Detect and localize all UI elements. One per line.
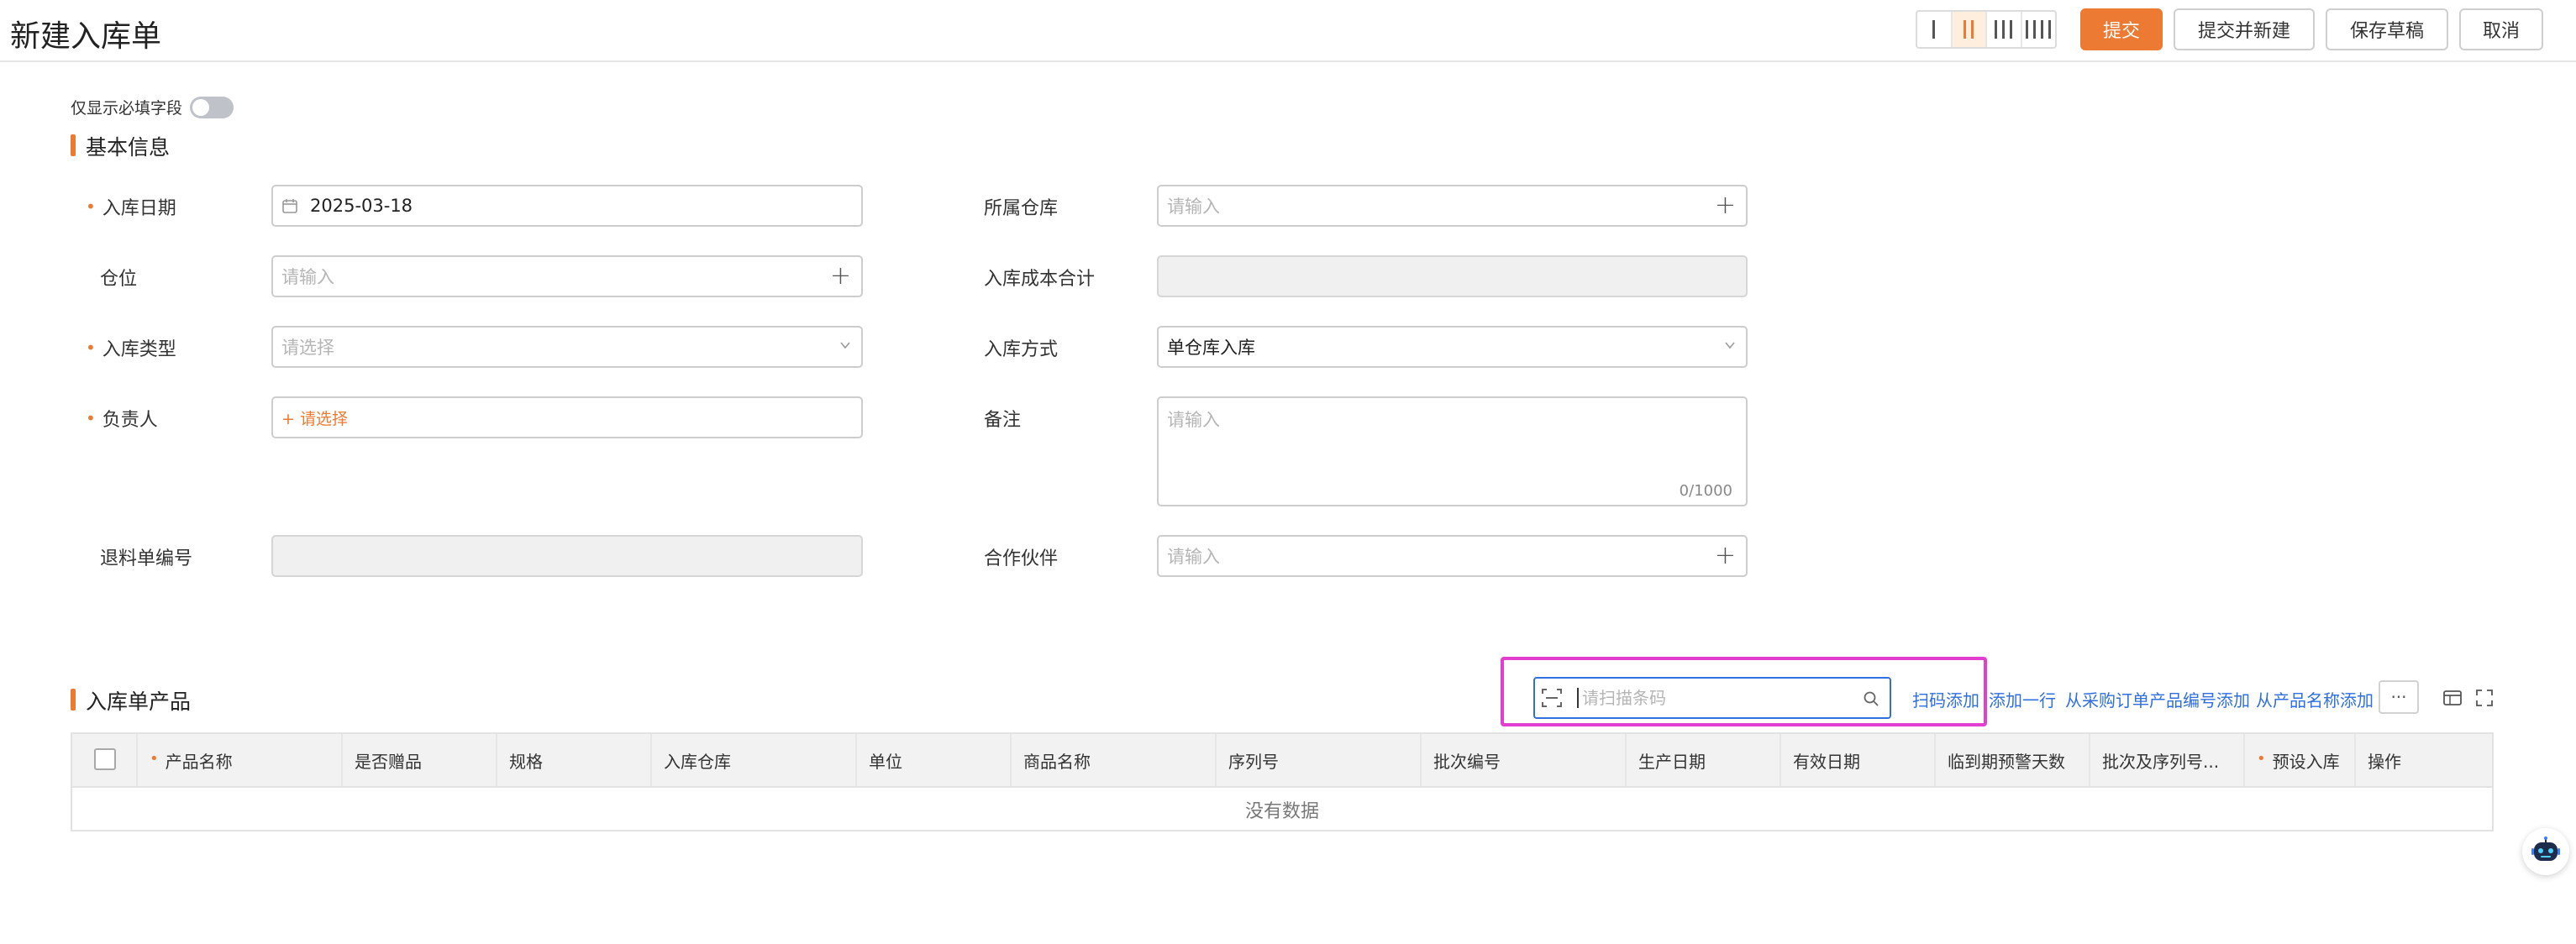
- inbound-date-field[interactable]: 2025-03-18: [271, 185, 863, 227]
- inbound-date-label-text: 入库日期: [102, 198, 176, 219]
- column-header[interactable]: 序列号: [1217, 734, 1422, 786]
- required-only-toggle[interactable]: [190, 97, 234, 118]
- header-bar: 新建入库单 提交 提交并新建 保存草稿 取消: [0, 0, 2576, 62]
- column-settings-icon[interactable]: [2442, 687, 2463, 709]
- warehouse-placeholder: 请输入: [1167, 197, 1220, 217]
- select-all-cell: [72, 734, 138, 786]
- robot-icon: [2531, 836, 2560, 861]
- column-header-label: 产品名称: [165, 751, 233, 772]
- return-no-label: 退料单编号: [100, 548, 193, 569]
- chevron-down-icon: [1725, 342, 1735, 349]
- inbound-date-value: 2025-03-18: [310, 196, 413, 216]
- assistant-robot-button[interactable]: [2522, 828, 2569, 875]
- more-actions-button[interactable]: ···: [2379, 680, 2419, 714]
- inbound-type-placeholder: 请选择: [281, 338, 334, 358]
- products-title: 入库单产品: [71, 685, 191, 716]
- column-layout-switch: [1916, 10, 2057, 49]
- column-header[interactable]: 生产日期: [1627, 734, 1781, 786]
- fullscreen-icon[interactable]: [2473, 687, 2495, 709]
- return-no-field: [271, 535, 863, 577]
- plus-icon[interactable]: +: [1715, 193, 1736, 218]
- owner-label: • 负责人: [86, 405, 158, 432]
- column-header[interactable]: 入库仓库: [652, 734, 857, 786]
- calendar-icon: [282, 199, 297, 213]
- owner-picker-value: + 请选择: [281, 409, 348, 428]
- basic-info-title: 基本信息: [71, 131, 170, 161]
- location-label: 仓位: [100, 269, 138, 290]
- owner-label-text: 负责人: [102, 410, 158, 431]
- layout-3-column-button[interactable]: [1987, 12, 2022, 47]
- column-header[interactable]: 单位: [857, 734, 1012, 786]
- scan-icon[interactable]: [1540, 686, 1564, 710]
- required-mark: •: [2257, 749, 2266, 768]
- owner-picker[interactable]: + 请选择: [271, 396, 863, 438]
- submit-button[interactable]: 提交: [2080, 8, 2163, 50]
- partner-label: 合作伙伴: [984, 548, 1059, 569]
- page: 新建入库单 提交 提交并新建 保存草稿 取消 仅显示必填字段 基本信息 • 入库日…: [0, 0, 2576, 944]
- products-table: • 产品名称 是否赠品 规格 入库仓库 单位 商品名称 序列号 批次编号 生产日期…: [71, 732, 2494, 831]
- add-row-link[interactable]: 添加一行: [1989, 687, 2056, 711]
- remark-counter: 0/1000: [1679, 482, 1732, 500]
- column-header[interactable]: 操作: [2356, 734, 2492, 786]
- required-mark: •: [86, 197, 96, 217]
- remark-label: 备注: [984, 410, 1022, 431]
- search-icon[interactable]: [1863, 690, 1879, 707]
- column-header-label: 预设入库: [2272, 751, 2340, 772]
- products-title-text: 入库单产品: [86, 690, 192, 714]
- required-mark: •: [150, 749, 159, 768]
- partner-placeholder: 请输入: [1167, 547, 1220, 567]
- location-field[interactable]: 请输入 +: [271, 255, 863, 297]
- warehouse-label: 所属仓库: [984, 198, 1059, 219]
- cancel-button[interactable]: 取消: [2459, 8, 2543, 50]
- column-header[interactable]: 商品名称: [1012, 734, 1217, 786]
- toggle-knob: [192, 99, 209, 116]
- column-header[interactable]: • 产品名称: [138, 734, 343, 786]
- submit-and-new-button[interactable]: 提交并新建: [2174, 8, 2315, 50]
- column-header[interactable]: 批次编号: [1422, 734, 1627, 786]
- partner-field[interactable]: 请输入 +: [1157, 535, 1748, 577]
- cost-total-field: [1157, 255, 1748, 297]
- add-from-po-link[interactable]: 从采购订单产品编号添加: [2065, 687, 2250, 711]
- layout-1-column-button[interactable]: [1917, 12, 1953, 47]
- layout-4-column-button[interactable]: [2022, 12, 2056, 47]
- column-header[interactable]: • 预设入库: [2245, 734, 2356, 786]
- chevron-down-icon: [840, 342, 850, 349]
- barcode-text-input[interactable]: [1577, 688, 1846, 708]
- scan-add-link[interactable]: 扫码添加: [1912, 687, 1979, 711]
- inbound-type-select[interactable]: 请选择: [271, 326, 863, 368]
- required-mark: •: [86, 408, 96, 428]
- basic-info-title-text: 基本信息: [86, 135, 171, 160]
- save-draft-button[interactable]: 保存草稿: [2326, 8, 2448, 50]
- column-header[interactable]: 是否赠品: [343, 734, 497, 786]
- plus-icon[interactable]: +: [830, 264, 851, 289]
- location-placeholder: 请输入: [281, 267, 334, 287]
- column-header[interactable]: 批次及序列号...: [2090, 734, 2245, 786]
- cost-total-label: 入库成本合计: [984, 269, 1096, 290]
- column-header[interactable]: 临到期预警天数: [1936, 734, 2090, 786]
- page-title: 新建入库单: [10, 19, 162, 54]
- column-header[interactable]: 规格: [497, 734, 652, 786]
- inbound-method-value: 单仓库入库: [1167, 338, 1255, 358]
- inbound-type-label-text: 入库类型: [102, 339, 176, 360]
- inbound-method-select[interactable]: 单仓库入库: [1157, 326, 1748, 368]
- required-mark: •: [86, 338, 96, 358]
- empty-state-text: 没有数据: [1244, 801, 1319, 822]
- remark-textarea[interactable]: 请输入 0/1000: [1157, 396, 1748, 506]
- plus-icon[interactable]: +: [1715, 543, 1736, 569]
- add-from-name-link[interactable]: 从产品名称添加: [2256, 687, 2374, 711]
- select-all-checkbox[interactable]: [94, 748, 116, 770]
- inbound-type-label: • 入库类型: [86, 334, 176, 361]
- inbound-method-label: 入库方式: [984, 339, 1059, 360]
- remark-placeholder: 请输入: [1167, 410, 1220, 430]
- warehouse-field[interactable]: 请输入 +: [1157, 185, 1748, 227]
- barcode-scan-input[interactable]: [1533, 677, 1891, 719]
- column-header[interactable]: 有效日期: [1781, 734, 1936, 786]
- inbound-date-label: • 入库日期: [86, 193, 176, 220]
- required-only-label: 仅显示必填字段: [71, 99, 183, 118]
- layout-2-column-button[interactable]: [1952, 12, 1987, 47]
- table-header: • 产品名称 是否赠品 规格 入库仓库 单位 商品名称 序列号 批次编号 生产日期…: [72, 734, 2492, 788]
